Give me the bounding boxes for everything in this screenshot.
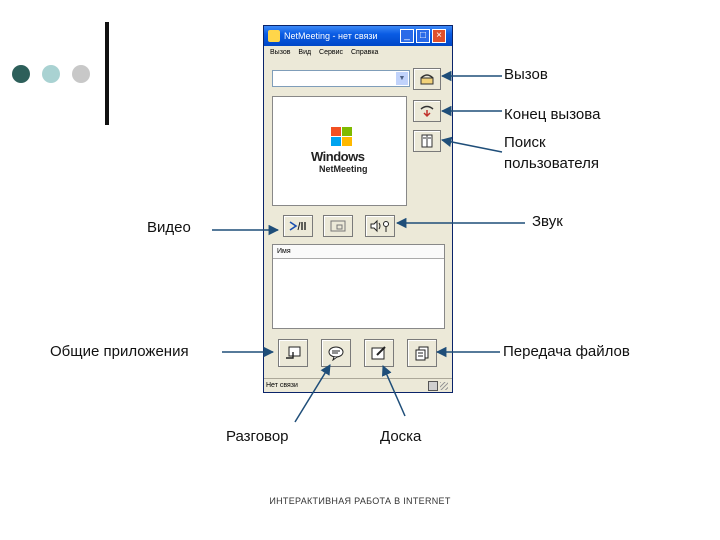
arrow-whiteboard — [382, 365, 406, 417]
label-sound: Звук — [532, 213, 563, 230]
label-chat: Разговор — [226, 428, 289, 445]
label-end-call: Конец вызова — [504, 106, 601, 123]
slide-footer: ИНТЕРАКТИВНАЯ РАБОТА В INTERNET — [269, 496, 451, 506]
arrow-chat — [294, 364, 331, 423]
label-file-transfer: Передача файлов — [503, 343, 630, 360]
callout-arrows — [212, 70, 525, 423]
label-video: Видео — [147, 219, 191, 236]
arrow-find-user — [440, 136, 503, 153]
label-call: Вызов — [504, 66, 548, 83]
label-whiteboard: Доска — [380, 428, 422, 445]
label-find-user-line2: пользователя — [504, 155, 599, 172]
label-share-apps: Общие приложения — [50, 343, 189, 360]
label-find-user-line1: Поиск — [504, 134, 546, 151]
